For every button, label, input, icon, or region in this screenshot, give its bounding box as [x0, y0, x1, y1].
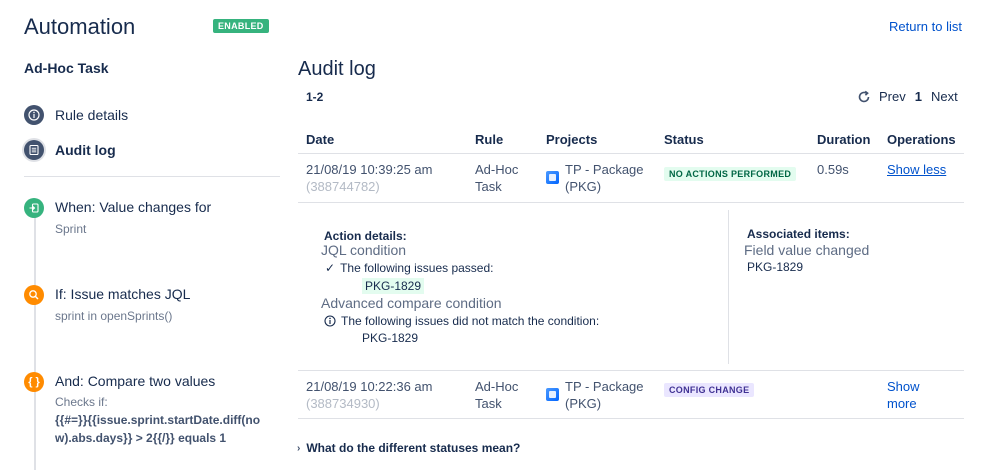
column-header-date: Date: [306, 132, 335, 147]
step-title: And: Compare two values: [55, 373, 216, 389]
info-icon: [24, 105, 44, 125]
current-page: 1: [914, 89, 922, 104]
row-duration: 0.59s: [817, 162, 849, 177]
step-subtitle: Checks if:: [55, 395, 108, 409]
statuses-help-toggle[interactable]: › What do the different statuses mean?: [297, 441, 520, 455]
status-badge: NO ACTIONS PERFORMED: [664, 167, 797, 181]
row-rule: Ad-Hoc Task: [475, 162, 519, 194]
row-project: TP - Package (PKG): [546, 161, 644, 195]
row-id: (388734930): [306, 396, 380, 411]
project-name: TP - Package: [565, 379, 644, 394]
check-icon: ✓: [325, 261, 336, 275]
column-header-duration: Duration: [817, 132, 871, 147]
step-trigger[interactable]: When: Value changes for Sprint: [24, 198, 211, 238]
jql-passed-line: ✓ The following issues passed:: [325, 261, 493, 275]
enabled-badge: ENABLED: [213, 19, 269, 33]
list-icon: [24, 140, 44, 160]
step-compare-values[interactable]: { } And: Compare two values Checks if: {…: [24, 372, 275, 447]
show-less-link[interactable]: Show less: [887, 161, 946, 178]
step-title: If: Issue matches JQL: [55, 286, 191, 302]
row-status: NO ACTIONS PERFORMED: [664, 164, 797, 182]
return-to-list-link[interactable]: Return to list: [889, 19, 962, 34]
show-more-link[interactable]: Show more: [887, 378, 937, 412]
rule-name: Ad-Hoc Task: [24, 60, 109, 76]
column-header-rule: Rule: [475, 132, 504, 147]
column-header-status: Status: [664, 132, 704, 147]
row-date: 21/08/19 10:39:25 am: [306, 162, 433, 177]
row-divider: [298, 418, 964, 419]
braces-icon: { }: [24, 372, 44, 392]
result-range: 1-2: [306, 90, 324, 104]
compare-failed-text: The following issues did not match the c…: [341, 314, 600, 328]
compare-condition-title: Advanced compare condition: [321, 295, 502, 311]
project-name: TP - Package: [565, 162, 644, 177]
row-status: CONFIG CHANGE: [664, 380, 755, 398]
audit-log-heading: Audit log: [298, 58, 376, 80]
info-circle-icon: [324, 315, 336, 327]
details-bottom-divider: [298, 370, 964, 371]
row-id: (388744782): [306, 179, 380, 194]
project-avatar-icon: [546, 388, 559, 401]
step-condition-jql[interactable]: If: Issue matches JQL sprint in openSpri…: [24, 285, 190, 325]
associated-issue-link[interactable]: PKG-1829: [747, 260, 803, 274]
prev-page-button[interactable]: Prev: [879, 89, 906, 104]
page-title: Automation: [24, 14, 136, 39]
step-code: {{#=}}{{issue.sprint.startDate.diff(now)…: [55, 413, 261, 445]
status-badge: CONFIG CHANGE: [664, 383, 755, 397]
action-details-label: Action details:: [324, 229, 407, 243]
nav-label: Rule details: [55, 107, 129, 123]
associated-items-title: Associated items:: [747, 227, 850, 241]
project-avatar-icon: [546, 171, 559, 184]
row-project: TP - Package (PKG): [546, 378, 644, 412]
project-key: (PKG): [565, 179, 602, 194]
details-divider: [728, 210, 729, 364]
refresh-icon[interactable]: [857, 90, 871, 104]
row-date: 21/08/19 10:22:36 am: [306, 379, 433, 394]
column-header-operations: Operations: [887, 132, 956, 147]
next-page-button[interactable]: Next: [931, 89, 958, 104]
associated-items-subtitle: Field value changed: [744, 242, 870, 258]
issue-key: PKG-1829: [362, 278, 425, 294]
trigger-icon: [24, 198, 44, 218]
chevron-right-icon: ›: [297, 442, 301, 454]
column-header-projects: Projects: [546, 132, 598, 147]
pagination: Prev 1 Next: [857, 89, 958, 104]
search-icon: [24, 285, 44, 305]
nav-label: Audit log: [55, 142, 116, 158]
table-row-date: 21/08/19 10:22:36 am (388734930): [306, 378, 433, 412]
project-key: (PKG): [565, 396, 602, 411]
nav-audit-log[interactable]: Audit log: [24, 139, 116, 161]
step-title: When: Value changes for: [55, 199, 212, 215]
row-divider: [298, 202, 964, 203]
step-subtitle: Sprint: [55, 222, 87, 236]
compare-failed-line: The following issues did not match the c…: [324, 314, 599, 328]
sidebar-divider: [24, 176, 280, 177]
jql-condition-title: JQL condition: [321, 242, 407, 258]
jql-issue-chip[interactable]: PKG-1829: [362, 277, 425, 295]
step-subtitle: sprint in openSprints(): [55, 309, 173, 323]
compare-issue-key[interactable]: PKG-1829: [362, 331, 418, 345]
table-header-divider: [298, 153, 964, 154]
statuses-help-text: What do the different statuses mean?: [306, 441, 521, 455]
nav-rule-details[interactable]: Rule details: [24, 104, 128, 126]
row-rule: Ad-Hoc Task: [475, 379, 519, 411]
table-row-date: 21/08/19 10:39:25 am (388744782): [306, 161, 433, 195]
jql-passed-text: The following issues passed:: [340, 261, 494, 275]
